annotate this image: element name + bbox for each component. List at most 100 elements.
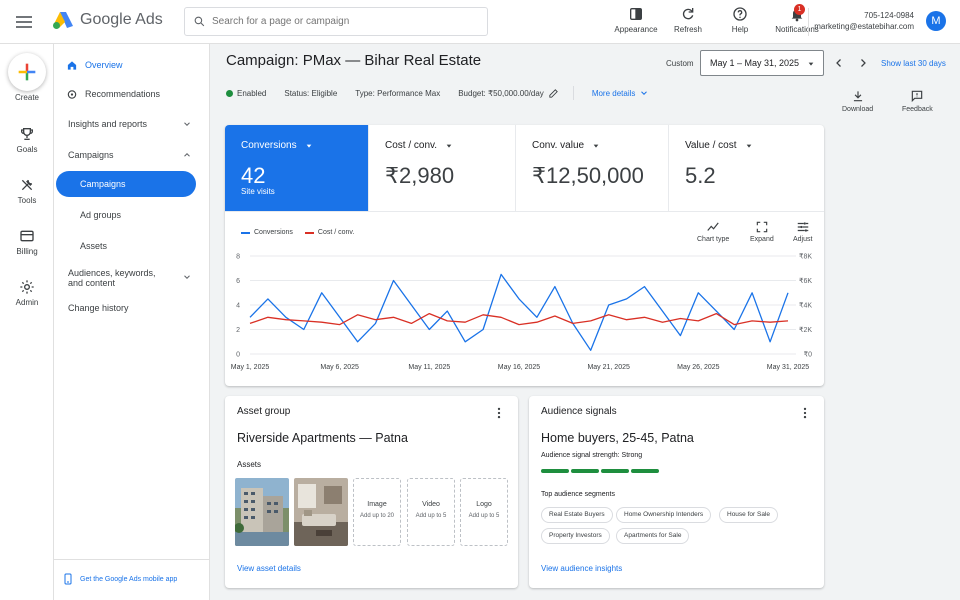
- add-video-slot[interactable]: Video Add up to 5: [407, 478, 455, 546]
- nav-item-campaigns[interactable]: Campaigns: [56, 171, 196, 197]
- caret-down-icon[interactable]: [592, 142, 600, 150]
- search-input[interactable]: [212, 16, 472, 27]
- enabled-label[interactable]: Enabled: [237, 89, 266, 98]
- nav-item-assets[interactable]: Assets: [56, 233, 196, 259]
- nav-item-campaigns-section[interactable]: Campaigns: [56, 142, 196, 168]
- custom-label: Custom: [666, 59, 694, 68]
- chevron-down-icon: [184, 122, 190, 126]
- view-audience-insights-link[interactable]: View audience insights: [541, 564, 622, 573]
- line-chart-icon: [707, 222, 719, 231]
- google-ads-logo-icon: [53, 12, 73, 29]
- nav-item-ad-groups[interactable]: Ad groups: [56, 202, 196, 228]
- y-tick-label-right: ₹6K: [799, 277, 812, 285]
- show-last-30-days-link[interactable]: Show last 30 days: [881, 59, 946, 68]
- asset-group-card: Asset group Riverside Apartments — Patna…: [225, 396, 518, 588]
- date-range-picker[interactable]: May 1 – May 31, 2025: [700, 50, 824, 76]
- add-image-slot[interactable]: Image Add up to 20: [353, 478, 401, 546]
- nav-change-history-label: Change history: [68, 303, 129, 313]
- mobile-app-link[interactable]: Get the Google Ads mobile app: [62, 572, 177, 586]
- nav-item-audiences[interactable]: Audiences, keywords, and content: [56, 264, 196, 292]
- menu-icon[interactable]: [12, 10, 36, 34]
- add-logo-slot[interactable]: Logo Add up to 5: [460, 478, 508, 546]
- refresh-button[interactable]: Refresh: [662, 6, 714, 34]
- recommendations-icon: [67, 89, 77, 99]
- more-vert-icon[interactable]: [492, 406, 506, 420]
- chevron-left-icon[interactable]: [833, 56, 845, 70]
- chart-type-button[interactable]: Chart type: [697, 220, 729, 243]
- x-tick-label: May 1, 2025: [231, 364, 270, 371]
- help-icon: [733, 7, 747, 21]
- google-ads-logo[interactable]: Google Ads: [52, 10, 163, 30]
- segment-chip[interactable]: Apartments for Sale: [616, 528, 690, 544]
- slot-subtitle: Add up to 20: [359, 513, 395, 519]
- asset-image-building[interactable]: [235, 478, 289, 546]
- chevron-right-icon[interactable]: [857, 56, 869, 70]
- phone-icon: [64, 573, 72, 585]
- rail-billing[interactable]: Billing: [0, 228, 54, 256]
- metric-conv-value[interactable]: Conv. value ₹12,50,000: [516, 125, 669, 212]
- download-button[interactable]: Download: [842, 89, 873, 113]
- more-details-button[interactable]: More details: [592, 88, 650, 98]
- refresh-label: Refresh: [673, 25, 702, 34]
- nav-item-overview[interactable]: Overview: [56, 52, 196, 78]
- help-button[interactable]: Help: [714, 6, 766, 34]
- legend-item-conversions[interactable]: Conversions: [241, 229, 293, 236]
- campaign-status-row: Enabled Status: Eligible Type: Performan…: [226, 86, 649, 100]
- metric-value-per-cost[interactable]: Value / cost 5.2: [669, 125, 824, 212]
- chart-legend: Conversions Cost / conv.: [241, 229, 366, 236]
- nav-item-insights[interactable]: Insights and reports: [56, 111, 196, 137]
- nav-campaigns-label: Campaigns: [80, 179, 126, 189]
- nav-item-recommendations[interactable]: Recommendations: [56, 81, 196, 107]
- feedback-button[interactable]: Feedback: [902, 89, 933, 113]
- x-tick-label: May 11, 2025: [408, 364, 450, 371]
- building-photo: [235, 478, 289, 546]
- segment-chip[interactable]: House for Sale: [719, 507, 778, 523]
- rail-tools[interactable]: Tools: [0, 177, 54, 205]
- segment-chip[interactable]: Real Estate Buyers: [541, 507, 613, 523]
- more-vert-icon[interactable]: [798, 406, 812, 420]
- metric-conversions[interactable]: Conversions 42 Site visits: [225, 125, 369, 212]
- search-icon: [194, 16, 205, 27]
- appearance-button[interactable]: Appearance: [610, 6, 662, 34]
- audience-title[interactable]: Home buyers, 25-45, Patna: [541, 431, 694, 445]
- performance-card: Conversions 42 Site visits Cost / conv. …: [225, 125, 824, 386]
- divider: [54, 559, 209, 560]
- edit-pencil-icon[interactable]: [548, 88, 559, 99]
- metric-label: Conversions: [241, 140, 297, 151]
- caret-down-icon[interactable]: [305, 142, 313, 150]
- create-button[interactable]: [8, 53, 46, 91]
- adjust-button[interactable]: Adjust: [793, 220, 812, 243]
- avatar[interactable]: M: [926, 11, 946, 31]
- legend-item-cost[interactable]: Cost / conv.: [304, 229, 355, 236]
- divider: [572, 86, 574, 100]
- account-info[interactable]: 705-124-0984 marketing@estatebihar.com: [814, 10, 914, 32]
- y-tick-label-right: ₹0: [804, 351, 812, 359]
- expand-button[interactable]: Expand: [750, 220, 774, 243]
- y-tick-label-left: 8: [236, 254, 240, 261]
- credit-card-icon: [20, 230, 34, 242]
- legend-label: Conversions: [254, 229, 293, 236]
- nav-item-change-history[interactable]: Change history: [56, 295, 196, 321]
- legend-label: Cost / conv.: [317, 229, 355, 236]
- signal-strength-meter: [541, 469, 661, 473]
- view-asset-details-link[interactable]: View asset details: [237, 564, 301, 573]
- budget-label: Budget: ₹50,000.00/day: [458, 88, 544, 98]
- rail-create-label-wrap[interactable]: Create: [0, 93, 54, 102]
- x-tick-label: May 26, 2025: [677, 364, 720, 371]
- caret-down-icon[interactable]: [745, 142, 753, 150]
- rail-goals[interactable]: Goals: [0, 126, 54, 154]
- chevron-up-icon: [184, 153, 190, 157]
- search-box[interactable]: [184, 7, 488, 36]
- asset-group-title[interactable]: Riverside Apartments — Patna: [237, 431, 408, 445]
- top-bar: Google Ads Appearance Refresh Help 1 Not…: [0, 0, 960, 44]
- metric-cost-per-conv[interactable]: Cost / conv. ₹2,980: [369, 125, 516, 212]
- segment-chip[interactable]: Property Investors: [541, 528, 610, 544]
- divider: [808, 8, 809, 36]
- page-title: Campaign: PMax — Bihar Real Estate: [226, 52, 482, 69]
- metric-value: 42: [241, 163, 266, 188]
- legend-swatch: [241, 231, 250, 234]
- caret-down-icon[interactable]: [445, 142, 453, 150]
- rail-admin[interactable]: Admin: [0, 279, 54, 307]
- segment-chip[interactable]: Home Ownership Intenders: [616, 507, 712, 523]
- asset-image-interior[interactable]: [294, 478, 348, 546]
